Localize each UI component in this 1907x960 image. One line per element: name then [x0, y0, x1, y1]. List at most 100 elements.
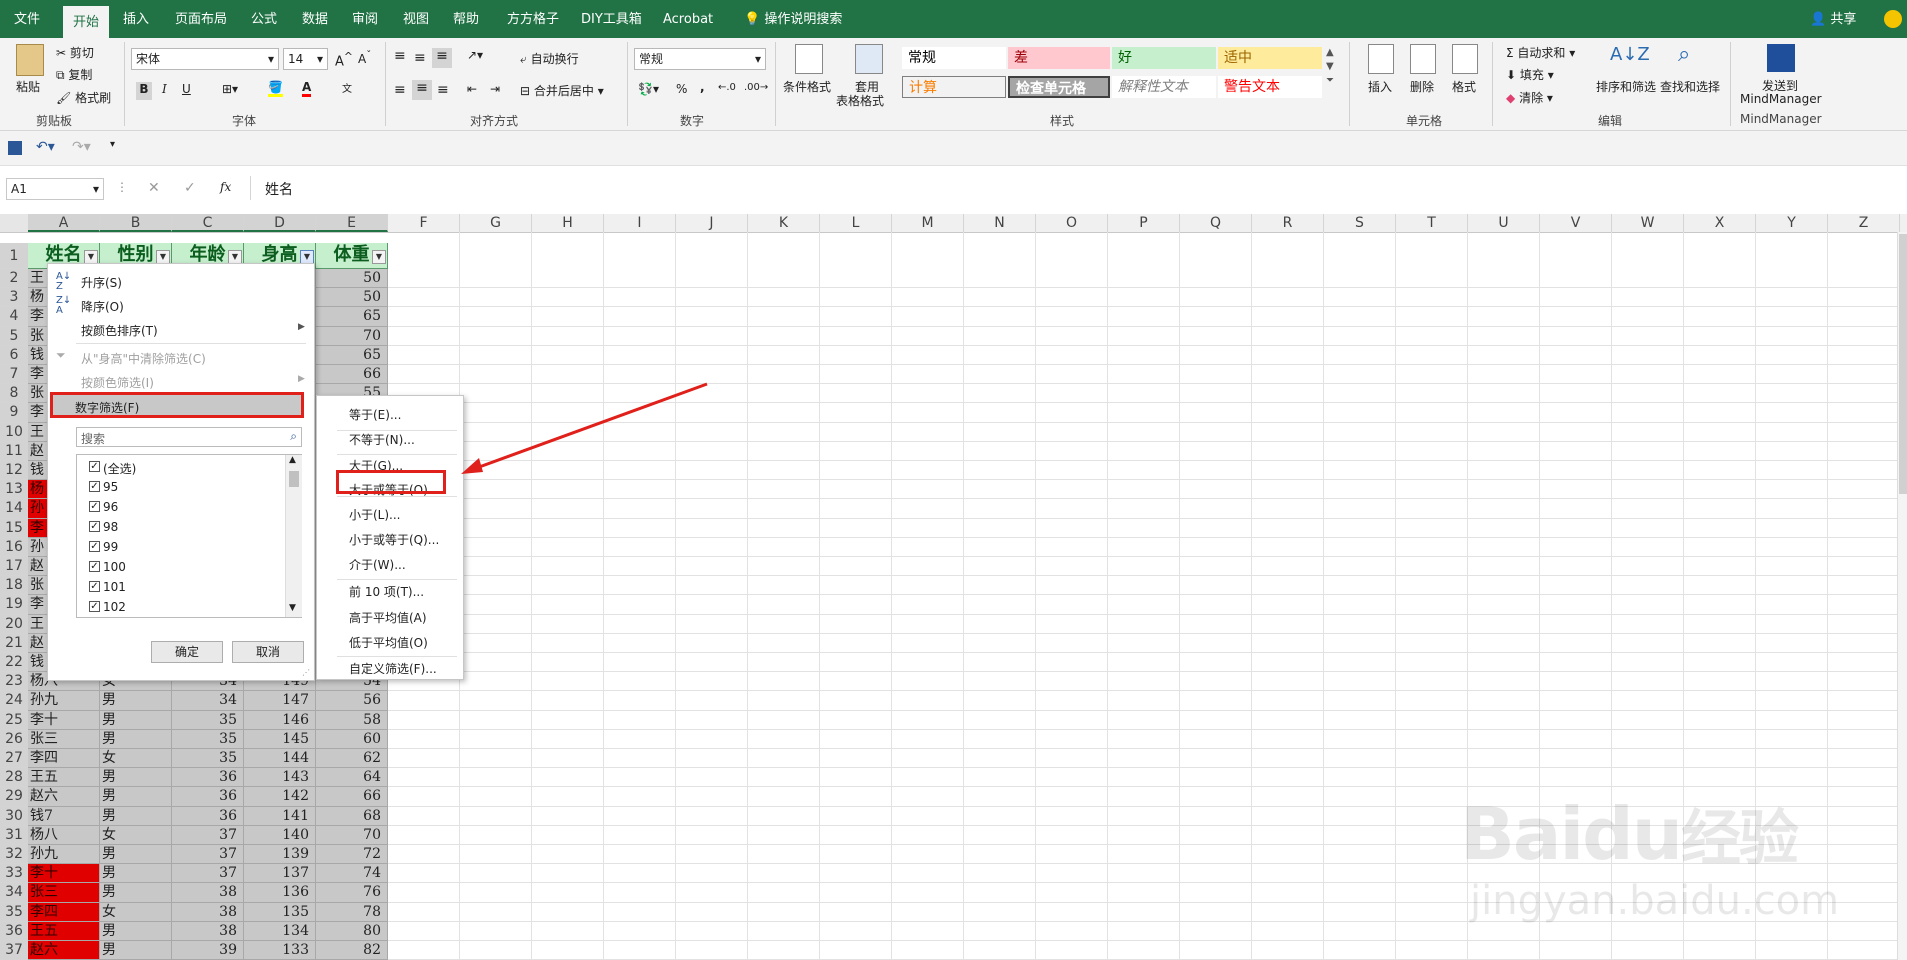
- style-calculation[interactable]: 计算: [902, 76, 1006, 98]
- cell-sex[interactable]: 男: [100, 845, 172, 865]
- filter-search-input[interactable]: 搜索 ⌕: [76, 427, 302, 447]
- number-format-select[interactable]: 常规 ▾: [634, 48, 766, 70]
- comma-button[interactable]: ,: [700, 80, 705, 94]
- cell-height[interactable]: 145: [244, 729, 316, 749]
- tab-fangfanggezi[interactable]: 方方格子: [497, 0, 569, 38]
- style-neutral[interactable]: 适中: [1218, 47, 1322, 69]
- merge-center-button[interactable]: ⊟ 合并后居中 ▾: [520, 82, 604, 99]
- cell-weight[interactable]: 82: [316, 941, 388, 960]
- scroll-down-icon[interactable]: ▼: [289, 603, 296, 613]
- column-header-t[interactable]: T: [1396, 214, 1468, 232]
- cell-name[interactable]: 赵六: [28, 787, 100, 807]
- font-size-select[interactable]: 14 ▾: [283, 48, 328, 70]
- submenu-item-10[interactable]: 自定义筛选(F)...: [349, 660, 437, 677]
- cell-sex[interactable]: 女: [100, 825, 172, 845]
- row-header-10[interactable]: 10: [0, 422, 28, 442]
- row-header-12[interactable]: 12: [0, 461, 28, 481]
- cell-weight[interactable]: 58: [316, 710, 388, 730]
- cell-height[interactable]: 142: [244, 787, 316, 807]
- submenu-item-1[interactable]: 不等于(N)...: [349, 431, 415, 448]
- column-header-p[interactable]: P: [1108, 214, 1180, 232]
- menu-sort-ascending[interactable]: 升序(S): [81, 274, 122, 291]
- column-header-a[interactable]: A: [28, 214, 100, 232]
- menu-sort-descending[interactable]: 降序(O): [81, 298, 124, 315]
- row-header-15[interactable]: 15: [0, 518, 28, 538]
- cell-sex[interactable]: 男: [100, 921, 172, 941]
- menu-clear-filter[interactable]: 从"身高"中清除筛选(C): [81, 350, 206, 367]
- row-header-32[interactable]: 32: [0, 845, 28, 865]
- checkbox-checked-icon[interactable]: ✓: [89, 461, 100, 472]
- cell-weight[interactable]: 50: [316, 269, 388, 289]
- conditional-format-button[interactable]: 条件格式: [783, 78, 831, 95]
- redo-icon[interactable]: ↷▾: [72, 139, 91, 155]
- column-header-h[interactable]: H: [532, 214, 604, 232]
- row-header-5[interactable]: 5: [0, 326, 28, 346]
- cell-height[interactable]: 143: [244, 768, 316, 788]
- cell-sex[interactable]: 男: [100, 729, 172, 749]
- align-right-icon[interactable]: ≡: [437, 82, 449, 98]
- currency-icon[interactable]: 💱▾: [638, 82, 659, 96]
- fill-button[interactable]: ⬇ 填充 ▾: [1506, 66, 1554, 83]
- cell-weight[interactable]: 72: [316, 845, 388, 865]
- resize-grip-icon[interactable]: ⋰: [302, 668, 310, 677]
- sort-filter-icon[interactable]: A↓Z: [1610, 44, 1650, 65]
- row-header-28[interactable]: 28: [0, 768, 28, 788]
- style-normal[interactable]: 常规: [902, 47, 1006, 69]
- tab-file[interactable]: 文件: [4, 0, 50, 38]
- cell-name[interactable]: 张三: [28, 729, 100, 749]
- align-center-icon[interactable]: ≡: [412, 80, 432, 100]
- cell-age[interactable]: 36: [172, 787, 244, 807]
- submenu-item-7[interactable]: 前 10 项(T)...: [349, 583, 424, 600]
- row-header-6[interactable]: 6: [0, 345, 28, 365]
- tab-diy-toolbox[interactable]: DIY工具箱: [571, 0, 652, 38]
- tell-me-search[interactable]: 💡 操作说明搜索: [734, 0, 852, 38]
- column-header-v[interactable]: V: [1540, 214, 1612, 232]
- column-header-j[interactable]: J: [676, 214, 748, 232]
- list-scrollbar[interactable]: ▲ ▼: [285, 455, 302, 617]
- scroll-thumb[interactable]: [289, 471, 299, 487]
- cell-weight[interactable]: 70: [316, 825, 388, 845]
- cell-age[interactable]: 34: [172, 691, 244, 711]
- column-header-r[interactable]: R: [1252, 214, 1324, 232]
- checklist-item[interactable]: ✓ 95: [89, 480, 118, 494]
- font-color-icon[interactable]: A: [302, 80, 312, 97]
- cell-age[interactable]: 37: [172, 825, 244, 845]
- increase-decimal-icon[interactable]: ←.0: [718, 82, 736, 93]
- checklist-item[interactable]: ✓ 96: [89, 500, 118, 514]
- align-bottom-icon[interactable]: ≡: [432, 48, 452, 68]
- row-header-35[interactable]: 35: [0, 902, 28, 922]
- checklist-item[interactable]: ✓ 99: [89, 540, 118, 554]
- row-header-36[interactable]: 36: [0, 921, 28, 941]
- cell-height[interactable]: 139: [244, 845, 316, 865]
- align-middle-icon[interactable]: ≡: [414, 50, 426, 66]
- row-header-4[interactable]: 4: [0, 307, 28, 327]
- delete-cells-icon[interactable]: [1410, 44, 1436, 74]
- menu-filter-by-color[interactable]: 按颜色筛选(I): [81, 374, 154, 391]
- cell-weight[interactable]: 66: [316, 365, 388, 385]
- column-header-m[interactable]: M: [892, 214, 964, 232]
- row-header-22[interactable]: 22: [0, 653, 28, 673]
- align-left-icon[interactable]: ≡: [394, 82, 406, 98]
- undo-icon[interactable]: ↶▾: [36, 139, 55, 155]
- cell-name[interactable]: 李十: [28, 864, 100, 884]
- vertical-scrollbar[interactable]: [1897, 232, 1907, 960]
- row-header-18[interactable]: 18: [0, 576, 28, 596]
- cell-name[interactable]: 李四: [28, 902, 100, 922]
- cell-height[interactable]: 144: [244, 749, 316, 769]
- column-header-c[interactable]: C: [172, 214, 244, 232]
- cell-name[interactable]: 孙九: [28, 845, 100, 865]
- checklist-item[interactable]: ✓ 102: [89, 600, 126, 614]
- cut-button[interactable]: ✂ 剪切: [56, 44, 94, 61]
- row-header-11[interactable]: 11: [0, 441, 28, 461]
- row-header-34[interactable]: 34: [0, 883, 28, 903]
- vertical-scroll-thumb[interactable]: [1899, 234, 1907, 494]
- column-header-d[interactable]: D: [244, 214, 316, 232]
- cell-sex[interactable]: 男: [100, 806, 172, 826]
- format-cells-button[interactable]: 格式: [1452, 78, 1476, 95]
- cell-height[interactable]: 140: [244, 825, 316, 845]
- checkbox-checked-icon[interactable]: ✓: [89, 521, 100, 532]
- row-header-26[interactable]: 26: [0, 729, 28, 749]
- row-header-21[interactable]: 21: [0, 633, 28, 653]
- bold-button[interactable]: B: [136, 82, 152, 100]
- enter-icon[interactable]: ✓: [184, 180, 196, 196]
